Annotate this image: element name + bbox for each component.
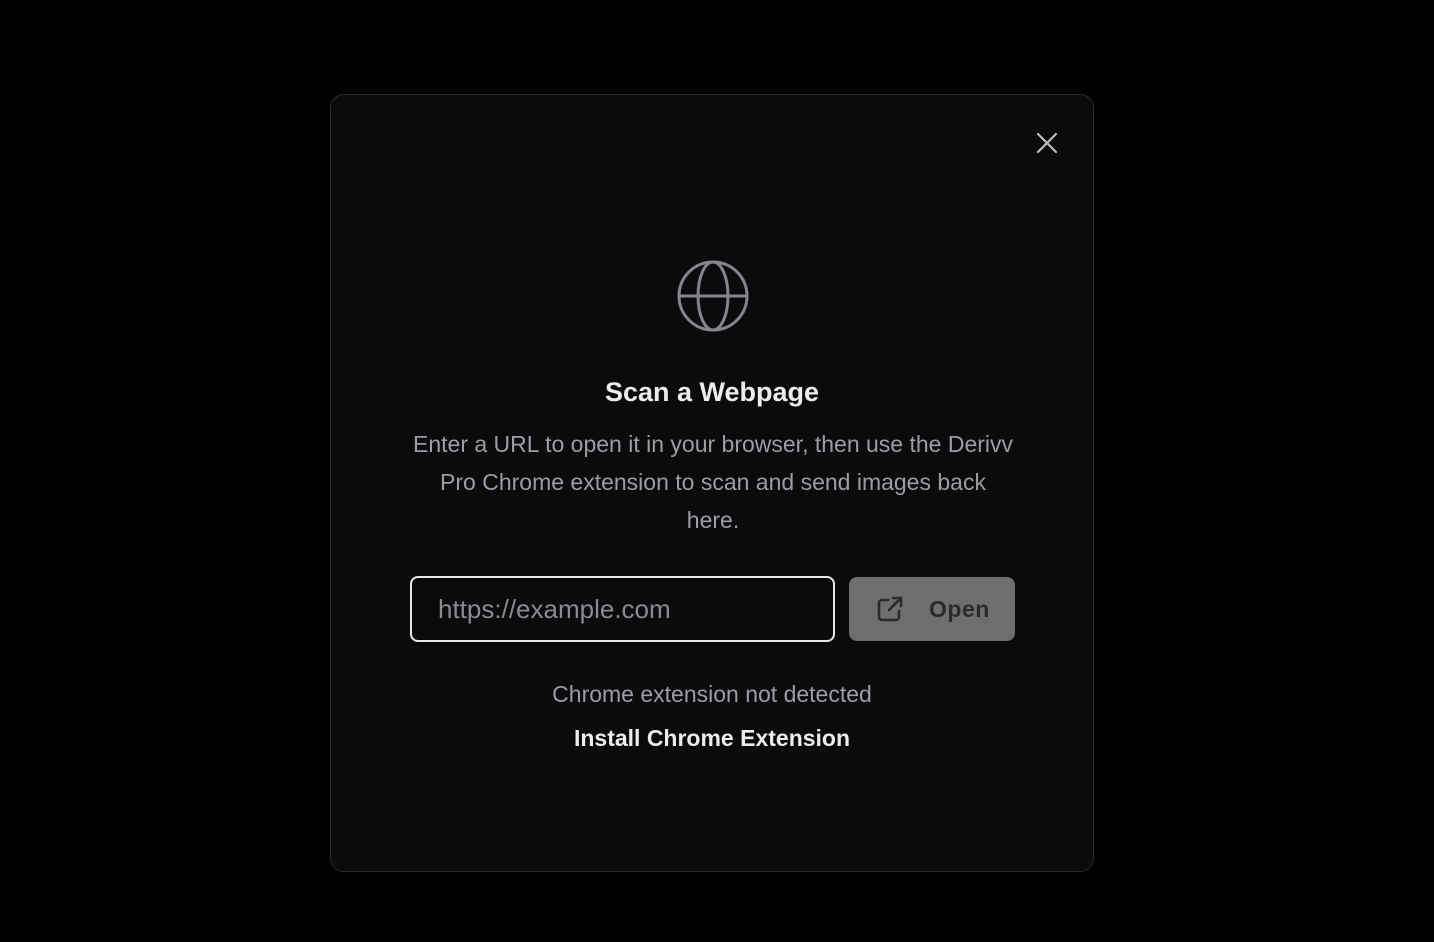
dialog-title: Scan a Webpage: [604, 377, 820, 407]
open-button-label: Open: [929, 595, 990, 622]
dialog-description: Enter a URL to open it in your browser, …: [413, 431, 1014, 533]
install-extension-link[interactable]: Install Chrome Extension: [574, 725, 850, 751]
external-link-icon: [877, 596, 903, 622]
close-icon: [1036, 132, 1058, 154]
globe-icon: [677, 260, 749, 332]
open-button[interactable]: Open: [849, 577, 1015, 641]
extension-status-text: Chrome extension not detected: [552, 681, 872, 707]
url-input[interactable]: [410, 576, 835, 642]
close-button[interactable]: [1031, 127, 1063, 159]
scan-webpage-dialog: Scan a Webpage Enter a URL to open it in…: [330, 94, 1094, 872]
